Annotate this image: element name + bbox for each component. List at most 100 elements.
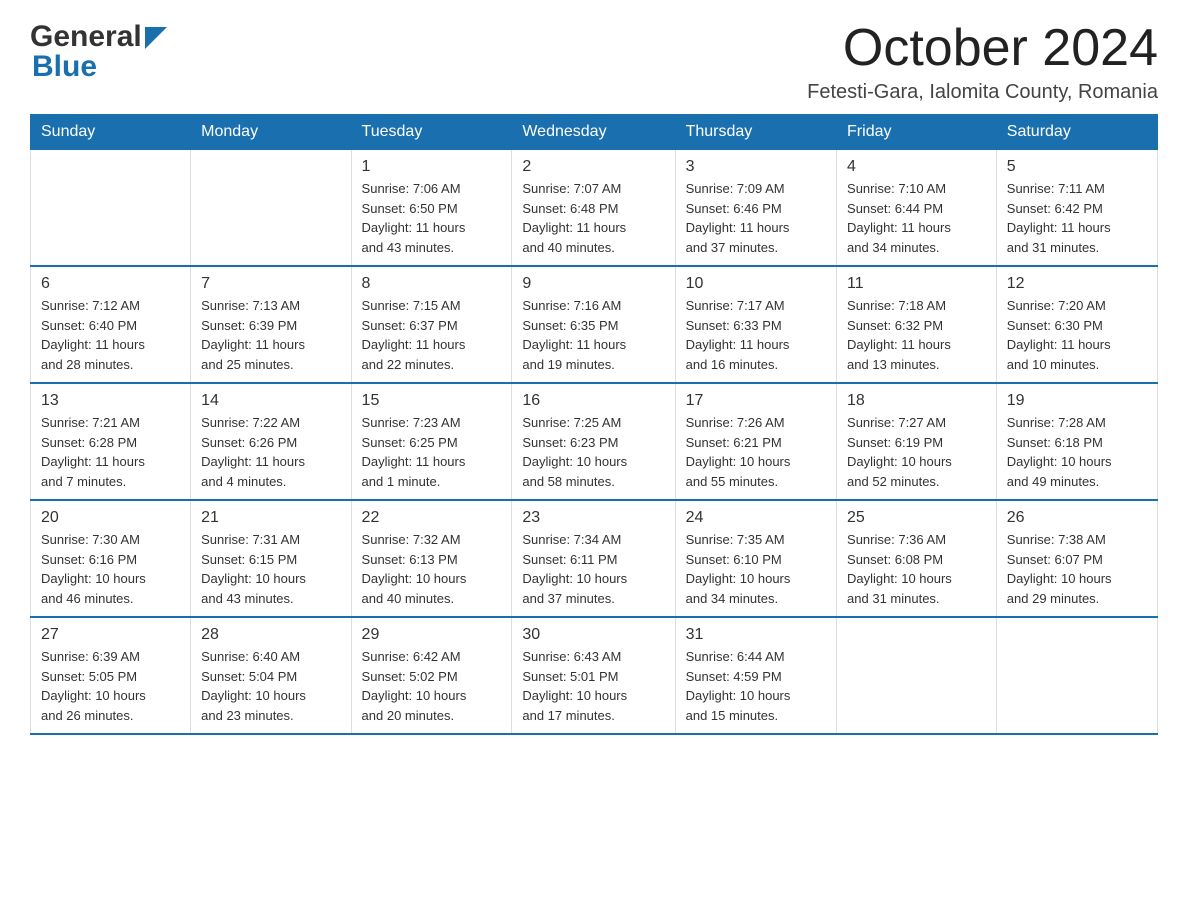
month-title: October 2024: [807, 20, 1158, 77]
day-info: Sunrise: 7:27 AM Sunset: 6:19 PM Dayligh…: [847, 413, 986, 491]
day-header-thursday: Thursday: [675, 115, 836, 150]
day-cell: 30Sunrise: 6:43 AM Sunset: 5:01 PM Dayli…: [512, 617, 675, 734]
day-cell: 26Sunrise: 7:38 AM Sunset: 6:07 PM Dayli…: [996, 500, 1157, 617]
calendar-body: 1Sunrise: 7:06 AM Sunset: 6:50 PM Daylig…: [31, 150, 1158, 735]
day-cell: 15Sunrise: 7:23 AM Sunset: 6:25 PM Dayli…: [351, 383, 512, 500]
day-info: Sunrise: 7:35 AM Sunset: 6:10 PM Dayligh…: [686, 530, 826, 608]
day-cell: 20 Sunrise: 7:30 AM Sunset: 6:16 PM Dayli…: [31, 500, 191, 617]
day-header-tuesday: Tuesday: [351, 115, 512, 150]
day-number: 2: [522, 158, 664, 176]
page-header: General Blue October 2024 Fetesti-Gara, …: [30, 20, 1158, 104]
day-number: 21: [201, 509, 340, 527]
day-info: Sunrise: 6:40 AM Sunset: 5:04 PM Dayligh…: [201, 647, 340, 725]
day-number: 16: [522, 392, 664, 410]
logo-arrow-icon: [145, 27, 167, 49]
week-row-4: 20 Sunrise: 7:30 AM Sunset: 6:16 PM Dayli…: [31, 500, 1158, 617]
day-cell: 12 Sunrise: 7:20 AM Sunset: 6:30 PM Dayli…: [996, 266, 1157, 383]
day-number: 6: [41, 275, 180, 293]
day-info: Sunrise: 7:30 AM Sunset: 6:16 PM Dayligh…: [41, 530, 180, 608]
day-info: Sunrise: 7:13 AM Sunset: 6:39 PM Dayligh…: [201, 296, 340, 374]
day-cell: [31, 150, 191, 267]
day-number: 31: [686, 626, 826, 644]
day-info: Sunrise: 6:42 AM Sunset: 5:02 PM Dayligh…: [362, 647, 502, 725]
day-info: Sunrise: 7:17 AM Sunset: 6:33 PM Dayligh…: [686, 296, 826, 374]
day-header-sunday: Sunday: [31, 115, 191, 150]
day-cell: 7 Sunrise: 7:13 AM Sunset: 6:39 PM Daylig…: [191, 266, 351, 383]
day-info: Sunrise: 7:25 AM Sunset: 6:23 PM Dayligh…: [522, 413, 664, 491]
day-info: Sunrise: 7:36 AM Sunset: 6:08 PM Dayligh…: [847, 530, 986, 608]
day-info: Sunrise: 7:21 AM Sunset: 6:28 PM Dayligh…: [41, 413, 180, 491]
day-cell: 1Sunrise: 7:06 AM Sunset: 6:50 PM Daylig…: [351, 150, 512, 267]
day-info: Sunrise: 6:39 AM Sunset: 5:05 PM Dayligh…: [41, 647, 180, 725]
day-cell: 3 Sunrise: 7:09 AM Sunset: 6:46 PM Daylig…: [675, 150, 836, 267]
day-header-friday: Friday: [837, 115, 997, 150]
day-header-saturday: Saturday: [996, 115, 1157, 150]
day-number: 5: [1007, 158, 1147, 176]
day-info: Sunrise: 7:15 AM Sunset: 6:37 PM Dayligh…: [362, 296, 502, 374]
day-number: 30: [522, 626, 664, 644]
day-cell: 8 Sunrise: 7:15 AM Sunset: 6:37 PM Daylig…: [351, 266, 512, 383]
day-info: Sunrise: 7:34 AM Sunset: 6:11 PM Dayligh…: [522, 530, 664, 608]
day-cell: 11 Sunrise: 7:18 AM Sunset: 6:32 PM Dayli…: [837, 266, 997, 383]
day-cell: 25 Sunrise: 7:36 AM Sunset: 6:08 PM Dayli…: [837, 500, 997, 617]
logo: General Blue: [30, 20, 167, 84]
day-number: 17: [686, 392, 826, 410]
day-cell: 16 Sunrise: 7:25 AM Sunset: 6:23 PM Dayli…: [512, 383, 675, 500]
day-cell: 28Sunrise: 6:40 AM Sunset: 5:04 PM Dayli…: [191, 617, 351, 734]
week-row-3: 13Sunrise: 7:21 AM Sunset: 6:28 PM Dayli…: [31, 383, 1158, 500]
day-header-row: SundayMondayTuesdayWednesdayThursdayFrid…: [31, 115, 1158, 150]
day-info: Sunrise: 7:12 AM Sunset: 6:40 PM Dayligh…: [41, 296, 180, 374]
day-info: Sunrise: 7:22 AM Sunset: 6:26 PM Dayligh…: [201, 413, 340, 491]
day-number: 26: [1007, 509, 1147, 527]
day-cell: 29Sunrise: 6:42 AM Sunset: 5:02 PM Dayli…: [351, 617, 512, 734]
day-cell: 10 Sunrise: 7:17 AM Sunset: 6:33 PM Dayli…: [675, 266, 836, 383]
day-cell: [996, 617, 1157, 734]
day-info: Sunrise: 7:18 AM Sunset: 6:32 PM Dayligh…: [847, 296, 986, 374]
day-number: 23: [522, 509, 664, 527]
day-info: Sunrise: 7:06 AM Sunset: 6:50 PM Dayligh…: [362, 179, 502, 257]
day-info: Sunrise: 7:23 AM Sunset: 6:25 PM Dayligh…: [362, 413, 502, 491]
day-number: 9: [522, 275, 664, 293]
day-number: 14: [201, 392, 340, 410]
day-info: Sunrise: 7:16 AM Sunset: 6:35 PM Dayligh…: [522, 296, 664, 374]
day-number: 20: [41, 509, 180, 527]
day-number: 12: [1007, 275, 1147, 293]
day-info: Sunrise: 7:26 AM Sunset: 6:21 PM Dayligh…: [686, 413, 826, 491]
day-info: Sunrise: 7:07 AM Sunset: 6:48 PM Dayligh…: [522, 179, 664, 257]
day-number: 25: [847, 509, 986, 527]
day-info: Sunrise: 7:31 AM Sunset: 6:15 PM Dayligh…: [201, 530, 340, 608]
day-cell: 17 Sunrise: 7:26 AM Sunset: 6:21 PM Dayli…: [675, 383, 836, 500]
day-number: 10: [686, 275, 826, 293]
day-number: 11: [847, 275, 986, 293]
day-cell: 21 Sunrise: 7:31 AM Sunset: 6:15 PM Dayli…: [191, 500, 351, 617]
week-row-2: 6 Sunrise: 7:12 AM Sunset: 6:40 PM Daylig…: [31, 266, 1158, 383]
day-number: 3: [686, 158, 826, 176]
calendar-table: SundayMondayTuesdayWednesdayThursdayFrid…: [30, 114, 1158, 735]
day-cell: 13Sunrise: 7:21 AM Sunset: 6:28 PM Dayli…: [31, 383, 191, 500]
day-info: Sunrise: 7:09 AM Sunset: 6:46 PM Dayligh…: [686, 179, 826, 257]
day-number: 24: [686, 509, 826, 527]
day-cell: 4Sunrise: 7:10 AM Sunset: 6:44 PM Daylig…: [837, 150, 997, 267]
week-row-5: 27Sunrise: 6:39 AM Sunset: 5:05 PM Dayli…: [31, 617, 1158, 734]
day-info: Sunrise: 6:44 AM Sunset: 4:59 PM Dayligh…: [686, 647, 826, 725]
day-info: Sunrise: 7:32 AM Sunset: 6:13 PM Dayligh…: [362, 530, 502, 608]
week-row-1: 1Sunrise: 7:06 AM Sunset: 6:50 PM Daylig…: [31, 150, 1158, 267]
logo-blue-text: Blue: [32, 50, 97, 83]
day-cell: [191, 150, 351, 267]
day-info: Sunrise: 7:20 AM Sunset: 6:30 PM Dayligh…: [1007, 296, 1147, 374]
day-cell: 19 Sunrise: 7:28 AM Sunset: 6:18 PM Dayli…: [996, 383, 1157, 500]
day-number: 7: [201, 275, 340, 293]
day-info: Sunrise: 7:28 AM Sunset: 6:18 PM Dayligh…: [1007, 413, 1147, 491]
day-cell: 18Sunrise: 7:27 AM Sunset: 6:19 PM Dayli…: [837, 383, 997, 500]
title-area: October 2024 Fetesti-Gara, Ialomita Coun…: [807, 20, 1158, 104]
day-info: Sunrise: 7:11 AM Sunset: 6:42 PM Dayligh…: [1007, 179, 1147, 257]
day-cell: 5 Sunrise: 7:11 AM Sunset: 6:42 PM Daylig…: [996, 150, 1157, 267]
day-cell: 22Sunrise: 7:32 AM Sunset: 6:13 PM Dayli…: [351, 500, 512, 617]
calendar-header: SundayMondayTuesdayWednesdayThursdayFrid…: [31, 115, 1158, 150]
location-subtitle: Fetesti-Gara, Ialomita County, Romania: [807, 81, 1158, 104]
day-cell: 31 Sunrise: 6:44 AM Sunset: 4:59 PM Dayli…: [675, 617, 836, 734]
day-cell: 6 Sunrise: 7:12 AM Sunset: 6:40 PM Daylig…: [31, 266, 191, 383]
day-number: 19: [1007, 392, 1147, 410]
day-number: 8: [362, 275, 502, 293]
day-cell: 2 Sunrise: 7:07 AM Sunset: 6:48 PM Daylig…: [512, 150, 675, 267]
